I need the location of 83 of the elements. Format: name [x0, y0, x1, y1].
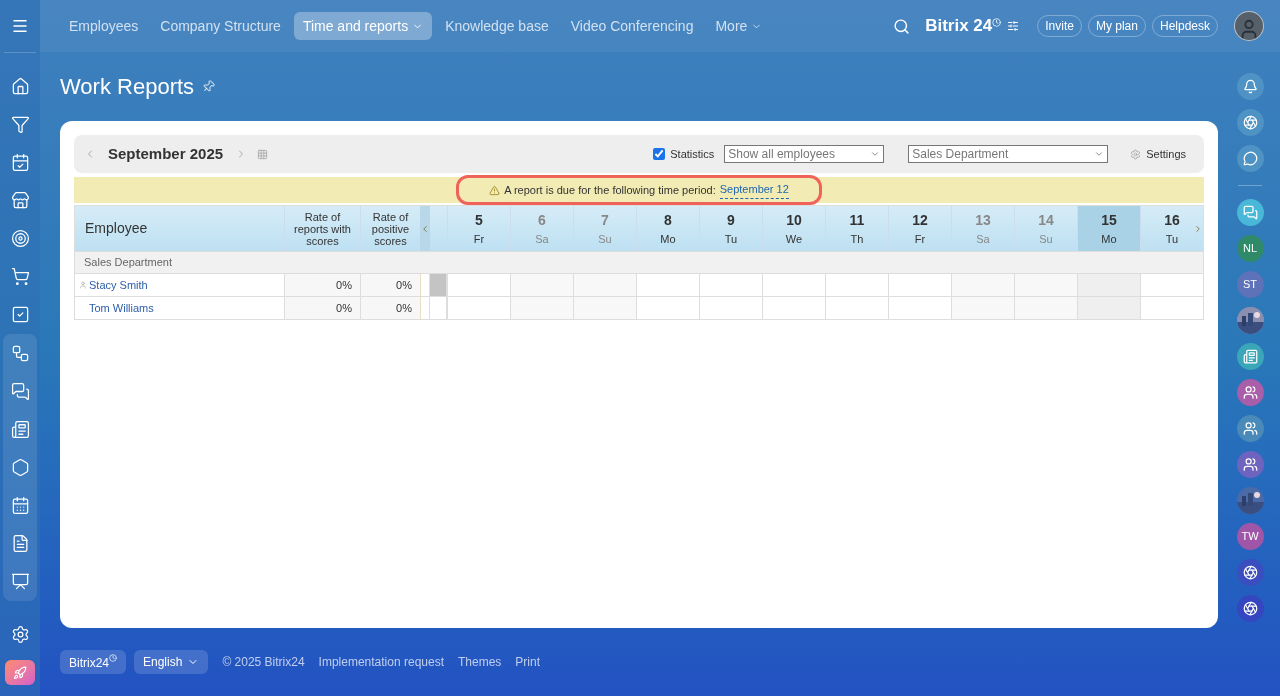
avatar[interactable]	[1236, 307, 1264, 334]
home-icon[interactable]	[10, 77, 30, 96]
people-icon	[1242, 421, 1258, 436]
person-icon	[79, 281, 87, 289]
calendar-icon[interactable]	[10, 496, 30, 515]
clock-icon	[109, 654, 117, 662]
menu-icon[interactable]	[11, 17, 29, 35]
logo[interactable]: Bitrix 24	[925, 13, 993, 39]
funnel-icon[interactable]	[10, 115, 30, 134]
group-button[interactable]	[1236, 415, 1264, 442]
logo-icon	[1242, 601, 1258, 616]
caret-icon	[870, 149, 881, 159]
target-icon[interactable]	[10, 229, 30, 248]
logo-icon	[1242, 115, 1258, 130]
nav-tab[interactable]: Time and reports	[293, 12, 433, 40]
table-cell: 0%	[361, 297, 420, 319]
logo-button[interactable]	[1236, 559, 1264, 586]
day-header: 15 Mo	[1077, 206, 1140, 251]
checkbox-label: Statistics	[670, 146, 715, 162]
clock-icon	[992, 17, 1002, 27]
nav-tab[interactable]: More	[706, 12, 772, 40]
group-row: Sales Department	[75, 251, 1203, 273]
search-icon[interactable]	[893, 17, 911, 35]
employee-link[interactable]: Stacy Smith	[89, 276, 148, 294]
statistics-checkbox[interactable]	[653, 148, 666, 160]
calendar-icon[interactable]	[10, 153, 30, 172]
nav-tab[interactable]: Video Conferencing	[561, 12, 703, 40]
language-button[interactable]: English	[134, 650, 209, 674]
bell-button[interactable]	[1236, 73, 1264, 100]
people-icon	[1242, 457, 1258, 472]
caret-icon	[1094, 149, 1105, 159]
alert-text: A report is due for the following time period:	[504, 182, 716, 198]
chat-button[interactable]	[1236, 145, 1264, 172]
people-icon	[1242, 385, 1258, 400]
footer-link[interactable]: Themes	[458, 653, 502, 671]
store-icon[interactable]	[10, 191, 30, 210]
gear-icon	[1130, 148, 1142, 160]
avatar-initials[interactable]: TW	[1236, 523, 1264, 550]
rocket-button[interactable]	[5, 660, 35, 685]
rocket-icon	[13, 665, 27, 680]
settings-icon[interactable]	[10, 625, 30, 644]
employee-link[interactable]: Tom Williams	[89, 299, 154, 317]
avatar-initials[interactable]: NL	[1236, 235, 1264, 262]
group-button[interactable]	[1236, 451, 1264, 478]
avatar[interactable]	[1234, 11, 1264, 41]
nav-tab[interactable]: Employees	[60, 12, 148, 40]
column-header: Rate of positive scores	[370, 209, 411, 249]
footer-link[interactable]: Implementation request	[318, 653, 444, 671]
period-link[interactable]: September 12	[719, 181, 789, 199]
cart-icon[interactable]	[10, 267, 30, 286]
table-cell: 0%	[285, 297, 361, 319]
page-title: Work Reports	[60, 73, 195, 101]
bell-icon	[1242, 79, 1258, 94]
month-title: September 2025	[108, 143, 224, 164]
workflow-icon[interactable]	[10, 344, 30, 363]
table-cell: 0%	[285, 274, 361, 296]
avatar-initials[interactable]: ST	[1236, 271, 1264, 298]
nav-tab[interactable]: Knowledge base	[436, 12, 558, 40]
employee-select[interactable]: Show all employees	[724, 145, 885, 163]
chat-icon[interactable]	[10, 382, 30, 401]
messages-button[interactable]	[1236, 199, 1264, 226]
settings-button[interactable]: Settings	[1130, 145, 1186, 163]
copyright: © 2025 Bitrix24	[222, 654, 305, 671]
group-button[interactable]	[1236, 379, 1264, 406]
avatar[interactable]	[1236, 487, 1264, 514]
chat-icon	[1242, 151, 1258, 166]
messages-icon	[1242, 205, 1258, 220]
brand-button[interactable]: Bitrix24	[60, 650, 126, 674]
logo-icon	[1242, 565, 1258, 580]
checkbox-icon[interactable]	[10, 305, 30, 324]
news-button[interactable]	[1236, 343, 1264, 370]
logo-button[interactable]	[1236, 109, 1264, 136]
sliders-icon[interactable]	[1007, 20, 1020, 32]
news-icon[interactable]	[10, 420, 30, 439]
nav-tab[interactable]: Company Structure	[151, 12, 290, 40]
footer-link[interactable]: Print	[515, 653, 541, 671]
presentation-icon[interactable]	[10, 572, 30, 591]
table-cell: 0%	[361, 274, 420, 296]
logo-button[interactable]	[1236, 595, 1264, 622]
department-select[interactable]: Sales Department	[908, 145, 1109, 163]
warning-icon	[489, 184, 501, 196]
hexagon-icon[interactable]	[10, 458, 30, 477]
news-icon	[1242, 349, 1258, 364]
